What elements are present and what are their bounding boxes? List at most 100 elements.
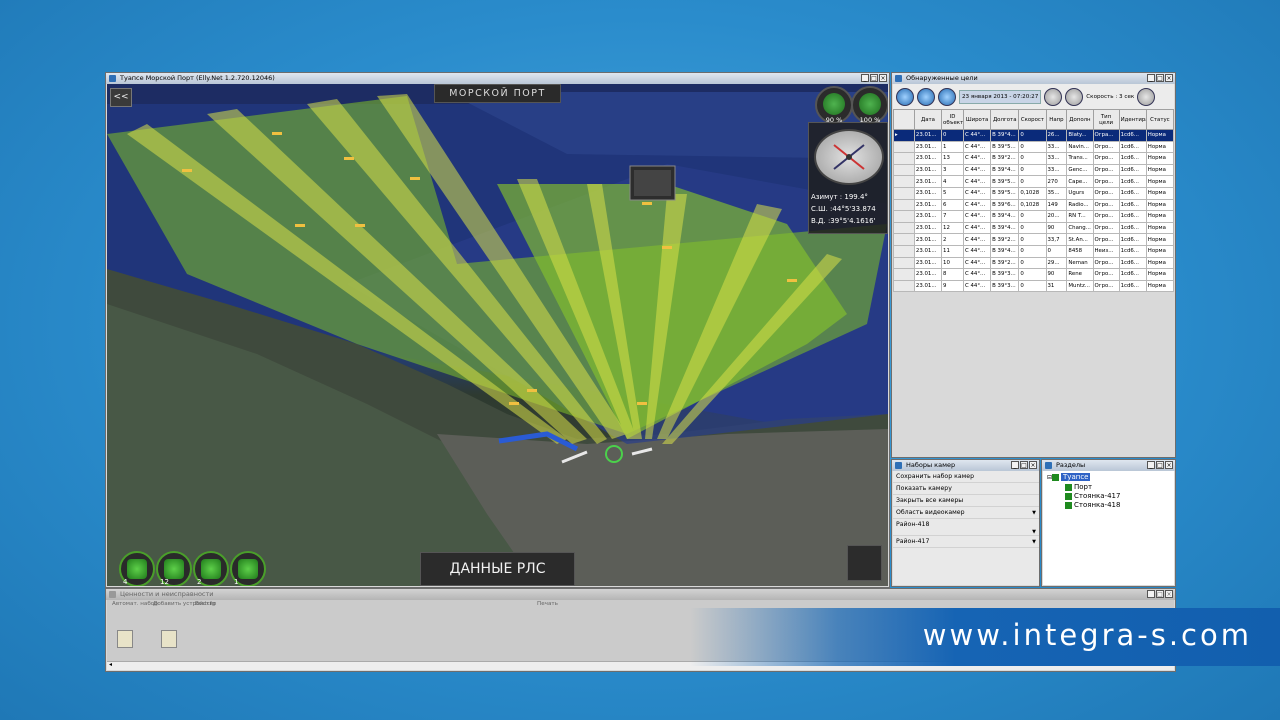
table-cell: В 39°6... [990, 198, 1020, 212]
maximize-button[interactable]: □ [1156, 590, 1164, 598]
scroll-left-icon[interactable]: ◂ [109, 661, 112, 668]
cube-icon[interactable]: 4 [119, 551, 155, 586]
column-header[interactable]: Широта [962, 109, 992, 130]
column-header[interactable]: Дополн [1066, 109, 1094, 130]
date-field[interactable]: 23 января 2013 - 07:20:27 [959, 89, 1042, 104]
camera-icon[interactable]: 12 [156, 551, 192, 586]
show-camera-button[interactable]: Показать камеру [893, 483, 1039, 495]
camera-set-417[interactable]: Район-417 ▼ [893, 536, 1039, 548]
table-cell: Rene [1066, 268, 1094, 281]
map-3d-view[interactable]: << МОРСКОЙ ПОРТ 90 % 100 % Азимут : 199.… [107, 84, 888, 586]
minimize-button[interactable]: _ [1011, 461, 1019, 469]
maximize-button[interactable]: □ [1156, 461, 1164, 469]
camera-area-dropdown[interactable]: Область видеокамер ▼ [893, 507, 1039, 519]
compass-widget[interactable]: Азимут : 199.4° С.Ш. :44°5'33.874 В.Д. :… [808, 122, 888, 234]
table-cell: С 44°... [962, 233, 992, 246]
gauge-1[interactable]: 90 % [815, 86, 853, 124]
refresh-icon[interactable] [896, 87, 914, 106]
targets-window-titlebar[interactable]: Обнаруженные цели _ □ × [892, 73, 1175, 84]
gauge-2[interactable]: 100 % [851, 86, 888, 124]
minimize-button[interactable]: _ [861, 74, 869, 82]
table-cell: 0,1028 [1018, 186, 1047, 200]
main-window-titlebar[interactable]: Туапсе Морской Порт (Elly.Net 1.2.720.12… [106, 73, 889, 84]
tree-item[interactable]: Стоянка-417 [1065, 492, 1120, 500]
tree-item[interactable]: Стоянка-418 [1065, 501, 1120, 509]
table-row[interactable]: ▸ 23.01... 0 С 44°... В 39°4... 0 26... Blaty..… [893, 129, 1175, 142]
maximize-button[interactable]: □ [1156, 74, 1164, 82]
close-button[interactable]: × [1029, 461, 1037, 469]
pause-icon[interactable] [1065, 87, 1084, 106]
document-icon[interactable] [161, 630, 177, 648]
folder-icon [1065, 483, 1072, 491]
auto-set-label[interactable]: Автомат. набор [112, 601, 158, 607]
table-cell: Норма [1145, 244, 1175, 258]
port-label[interactable]: МОРСКОЙ ПОРТ [434, 84, 561, 103]
collapse-panel-button[interactable]: << [110, 88, 132, 107]
table-row[interactable]: 23.01... 7 С 44°... В 39°4... 0 20... RN T... О… [893, 210, 1175, 223]
bratcfg-label[interactable]: Bratcfg [195, 601, 215, 607]
globe-icon[interactable] [917, 87, 935, 106]
column-header[interactable]: Скорост [1018, 109, 1047, 130]
devices-window-titlebar[interactable]: Ценности и неисправности _ □ × [106, 589, 1175, 600]
table-cell: Blaty... [1066, 129, 1094, 142]
maximize-button[interactable]: □ [1020, 461, 1028, 469]
table-row[interactable]: 23.01... 12 С 44°... В 39°4... 0 90 Chang... Ог… [893, 221, 1175, 235]
tree-root[interactable]: ⊟ Туапсе [1047, 473, 1091, 481]
table-row[interactable]: 23.01... 9 С 44°... В 39°3... 0 31 Muntz... Огр… [893, 279, 1175, 293]
sections-window-titlebar[interactable]: Разделы _ □ × [1042, 460, 1175, 471]
minimize-button[interactable]: _ [1147, 590, 1155, 598]
table-row[interactable]: 23.01... 2 С 44°... В 39°2... 0 33,7 St.An... О… [893, 233, 1175, 246]
table-cell: 12 [941, 221, 964, 235]
table-cell: 23.01... [913, 210, 943, 223]
column-header[interactable]: Напр [1045, 109, 1068, 130]
table-cell: 0 [1018, 279, 1047, 293]
column-header[interactable]: Тип цели [1092, 109, 1120, 130]
box-icon[interactable]: 2 [193, 551, 229, 586]
play-icon[interactable] [1044, 87, 1063, 106]
azimuth-readout: Азимут : 199.4° [811, 193, 868, 201]
history-icon[interactable] [938, 87, 956, 106]
table-row[interactable]: 23.01... 13 С 44°... В 39°2... 0 33... Trans..… [893, 152, 1175, 165]
save-camera-set-button[interactable]: Сохранить набор камер [893, 471, 1039, 483]
tree-item[interactable]: Порт [1065, 483, 1092, 491]
close-all-cameras-button[interactable]: Закрыть все камеры [893, 495, 1039, 507]
table-row[interactable]: 23.01... 3 С 44°... В 39°4... 0 33... Genc... О… [893, 163, 1175, 177]
minimize-button[interactable]: _ [1147, 74, 1155, 82]
table-cell: 1cd6... [1118, 256, 1147, 270]
lock-icon[interactable]: 1 [230, 551, 266, 586]
main-window-title: Туапсе Морской Порт (Elly.Net 1.2.720.12… [120, 74, 275, 82]
maximize-button[interactable]: □ [870, 74, 878, 82]
close-button[interactable]: × [879, 74, 887, 82]
table-row[interactable]: 23.01... 11 С 44°... В 39°4... 0 0 8458 Неиз...… [893, 244, 1175, 258]
table-cell: 0,1028 [1018, 198, 1047, 212]
table-row[interactable]: 23.01... 4 С 44°... В 39°5... 0 270 Cape... Огр… [893, 175, 1175, 188]
close-button[interactable]: × [1165, 461, 1173, 469]
close-button[interactable]: × [1165, 590, 1173, 598]
device-icon[interactable] [117, 630, 133, 648]
minimize-button[interactable]: _ [1147, 461, 1155, 469]
print-label[interactable]: Печать [537, 601, 558, 607]
column-header[interactable]: Долгота [990, 109, 1020, 130]
table-row[interactable]: 23.01... 1 С 44°... В 39°5... 0 33... Navin...… [893, 140, 1175, 154]
table-cell [893, 244, 915, 258]
table-row[interactable]: 23.01... 6 С 44°... В 39°6... 0,1028 149 Radio… [893, 198, 1175, 212]
column-header[interactable]: Идентирадара [1118, 109, 1147, 130]
table-row[interactable]: 23.01... 10 С 44°... В 39°2... 0 29... Neman Ог… [893, 256, 1175, 270]
table-cell: ▸ [893, 129, 915, 142]
tool-count: 12 [160, 578, 169, 586]
camera-set-418[interactable]: Район-418 ▼ [893, 519, 1039, 536]
close-button[interactable]: × [1165, 74, 1173, 82]
table-row[interactable]: 23.01... 5 С 44°... В 39°5... 0,1028 35... Ugu… [893, 186, 1175, 200]
cameras-window-titlebar[interactable]: Наборы камер _ □ × [892, 460, 1039, 471]
devices-window-icon [109, 591, 116, 598]
table-row[interactable]: 23.01... 8 С 44°... В 39°3... 0 90 Rene Огро...… [893, 268, 1175, 281]
radar-data-button[interactable]: ДАННЫЕ РЛС [420, 552, 575, 586]
column-header[interactable] [893, 109, 915, 130]
compass-icon[interactable] [814, 129, 884, 185]
column-header[interactable]: ID объект [941, 109, 964, 130]
column-header[interactable]: Дата [913, 109, 943, 130]
settings-icon[interactable] [1137, 87, 1156, 106]
table-cell: Норма [1145, 163, 1175, 177]
navigation-widget[interactable] [847, 545, 882, 581]
column-header[interactable]: Статус [1145, 109, 1175, 130]
